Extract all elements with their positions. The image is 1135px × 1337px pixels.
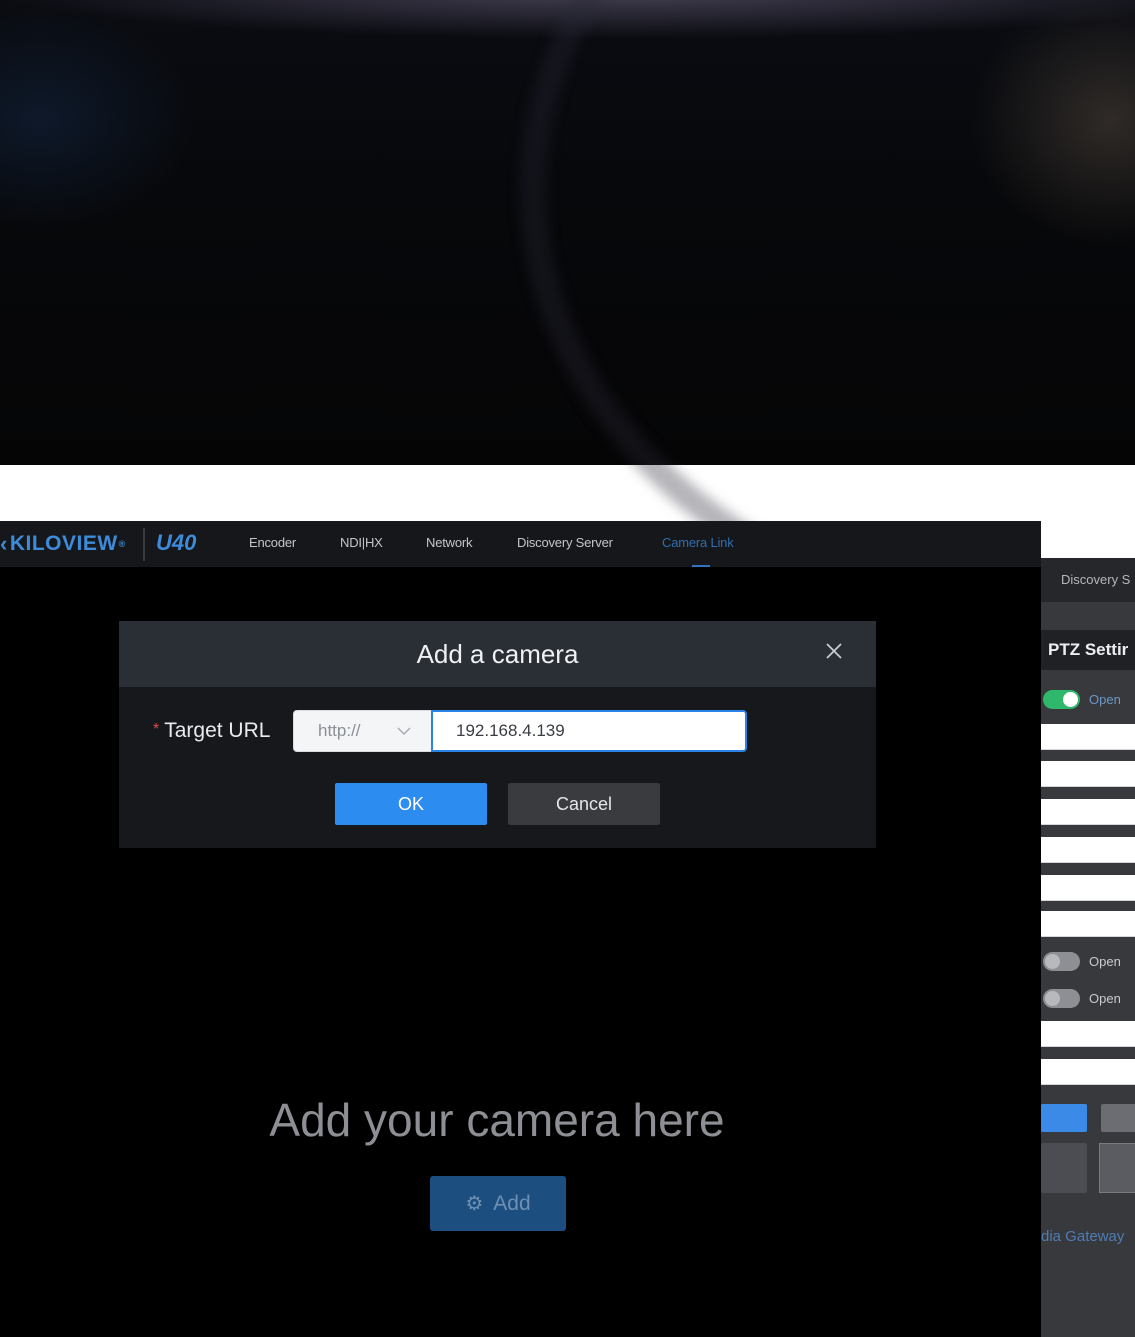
nav-item-camera-link[interactable]: Camera Link [662, 535, 734, 550]
screenshot-page: ‹ KILOVIEW ® U40 Encoder NDI|HX Network … [0, 0, 1135, 1337]
target-url-input[interactable] [431, 710, 747, 752]
side-field-1[interactable] [1041, 724, 1135, 750]
media-gateway-link[interactable]: dia Gateway [1041, 1228, 1124, 1245]
dialog-header: Add a camera [119, 621, 876, 687]
side-field-5[interactable] [1041, 875, 1135, 901]
model-logo: U40 [156, 530, 197, 555]
empty-state-text: Add your camera here [269, 1094, 725, 1146]
side-field-7[interactable] [1041, 1021, 1135, 1047]
dark-photo-band [0, 0, 1135, 640]
side-secondary-button[interactable] [1101, 1104, 1135, 1132]
side-field-6[interactable] [1041, 911, 1135, 937]
ptz-settings-title: PTZ Settir [1041, 630, 1135, 670]
protocol-value: http:// [318, 721, 361, 740]
nav-item-ndi-hx[interactable]: NDI|HX [340, 535, 383, 550]
registered-mark: ® [118, 539, 126, 549]
close-icon[interactable] [819, 637, 849, 667]
side-field-2[interactable] [1041, 761, 1135, 787]
chevron-down-glyph [397, 727, 411, 736]
brand-text: KILOVIEW [9, 532, 118, 555]
top-navbar: ‹ KILOVIEW ® U40 Encoder NDI|HX Network … [0, 521, 1041, 567]
dialog-title: Add a camera [416, 639, 579, 669]
side-field-4[interactable] [1041, 837, 1135, 863]
side-preview-box [1041, 1143, 1087, 1193]
target-url-label: * Target URL [153, 719, 270, 743]
kiloview-web-ui: ‹ KILOVIEW ® U40 Encoder NDI|HX Network … [0, 521, 1041, 1337]
ptz-toggle-label: Open [1089, 692, 1121, 707]
gear-icon: ⚙ [465, 1193, 484, 1215]
kiloview-logo: ‹ KILOVIEW ® [0, 529, 126, 559]
side-toggle-label-3: Open [1089, 991, 1121, 1006]
logo-chevron-icon: ‹ [0, 531, 8, 556]
target-url-label-text: Target URL [164, 719, 271, 742]
side-ok-button[interactable] [1041, 1104, 1087, 1132]
required-mark: * [153, 721, 160, 738]
nav-item-discovery-server[interactable]: Discovery Server [517, 535, 613, 550]
nav-item-encoder[interactable]: Encoder [249, 535, 296, 550]
active-tab-indicator [692, 565, 710, 567]
side-toggle-off-1[interactable] [1043, 952, 1080, 971]
side-panel-header: Discovery S [1041, 558, 1135, 602]
side-preview-box-2 [1099, 1143, 1135, 1193]
add-button-label: Add [493, 1191, 531, 1215]
ptz-toggle-on[interactable] [1043, 690, 1080, 709]
side-toggle-label-2: Open [1089, 954, 1121, 969]
side-field-3[interactable] [1041, 799, 1135, 825]
nav-item-network[interactable]: Network [426, 535, 472, 550]
logo-divider [143, 528, 145, 561]
ok-button[interactable]: OK [335, 783, 487, 825]
protocol-select[interactable]: http:// [293, 710, 432, 752]
side-toggle-off-2[interactable] [1043, 989, 1080, 1008]
side-settings-panel: Discovery S PTZ Settir Open Open Open di… [1041, 558, 1135, 1337]
add-camera-dialog: Add a camera * Target URL http:// 192.16… [119, 621, 876, 848]
close-icon-glyph [826, 643, 842, 659]
add-camera-button[interactable]: ⚙ Add [430, 1176, 566, 1231]
cancel-button[interactable]: Cancel [508, 783, 660, 825]
side-field-8[interactable] [1041, 1059, 1135, 1085]
chevron-down-icon [396, 711, 412, 766]
